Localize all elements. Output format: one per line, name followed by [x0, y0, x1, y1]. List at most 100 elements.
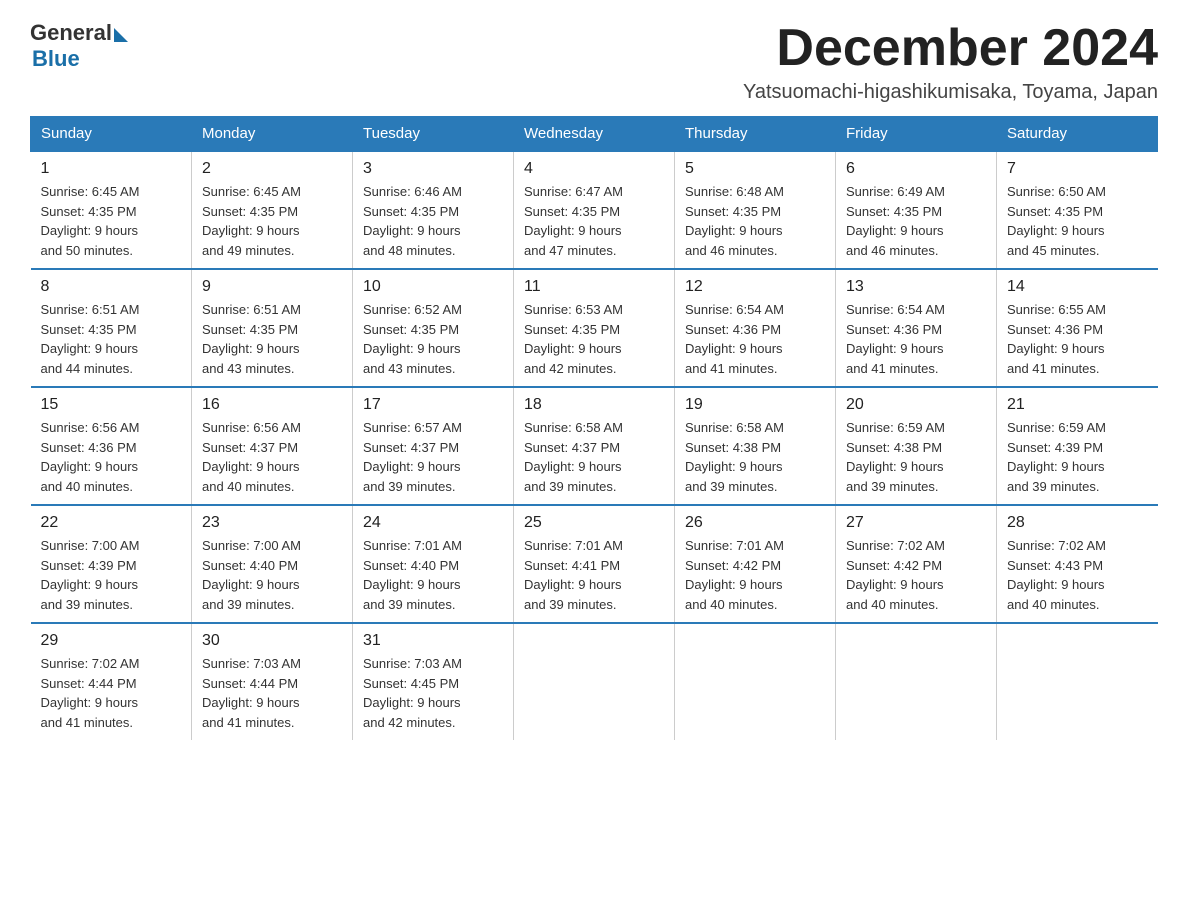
day-info: Sunrise: 6:58 AM Sunset: 4:38 PM Dayligh… [685, 418, 825, 496]
calendar-week-row: 8 Sunrise: 6:51 AM Sunset: 4:35 PM Dayli… [31, 269, 1158, 387]
day-number: 27 [846, 514, 986, 532]
calendar-day-cell: 19 Sunrise: 6:58 AM Sunset: 4:38 PM Dayl… [675, 387, 836, 505]
day-info: Sunrise: 6:51 AM Sunset: 4:35 PM Dayligh… [41, 300, 182, 378]
calendar-empty-cell [514, 623, 675, 740]
day-info: Sunrise: 6:45 AM Sunset: 4:35 PM Dayligh… [41, 182, 182, 260]
day-info: Sunrise: 7:03 AM Sunset: 4:44 PM Dayligh… [202, 654, 342, 732]
day-number: 31 [363, 632, 503, 650]
calendar-title: December 2024 [743, 20, 1158, 77]
calendar-week-row: 29 Sunrise: 7:02 AM Sunset: 4:44 PM Dayl… [31, 623, 1158, 740]
calendar-day-cell: 6 Sunrise: 6:49 AM Sunset: 4:35 PM Dayli… [836, 151, 997, 269]
logo-general: General [30, 20, 112, 46]
weekday-header-thursday: Thursday [675, 117, 836, 152]
day-number: 2 [202, 160, 342, 178]
title-block: December 2024 Yatsuomachi-higashikumisak… [743, 20, 1158, 104]
calendar-day-cell: 13 Sunrise: 6:54 AM Sunset: 4:36 PM Dayl… [836, 269, 997, 387]
weekday-header-sunday: Sunday [31, 117, 192, 152]
calendar-week-row: 22 Sunrise: 7:00 AM Sunset: 4:39 PM Dayl… [31, 505, 1158, 623]
calendar-day-cell: 10 Sunrise: 6:52 AM Sunset: 4:35 PM Dayl… [353, 269, 514, 387]
calendar-day-cell: 8 Sunrise: 6:51 AM Sunset: 4:35 PM Dayli… [31, 269, 192, 387]
day-number: 20 [846, 396, 986, 414]
logo-triangle-icon [114, 28, 128, 42]
day-number: 25 [524, 514, 664, 532]
calendar-day-cell: 7 Sunrise: 6:50 AM Sunset: 4:35 PM Dayli… [997, 151, 1158, 269]
calendar-day-cell: 18 Sunrise: 6:58 AM Sunset: 4:37 PM Dayl… [514, 387, 675, 505]
calendar-day-cell: 12 Sunrise: 6:54 AM Sunset: 4:36 PM Dayl… [675, 269, 836, 387]
day-number: 17 [363, 396, 503, 414]
weekday-header-saturday: Saturday [997, 117, 1158, 152]
calendar-week-row: 15 Sunrise: 6:56 AM Sunset: 4:36 PM Dayl… [31, 387, 1158, 505]
day-info: Sunrise: 6:47 AM Sunset: 4:35 PM Dayligh… [524, 182, 664, 260]
day-info: Sunrise: 7:02 AM Sunset: 4:44 PM Dayligh… [41, 654, 182, 732]
day-number: 22 [41, 514, 182, 532]
calendar-day-cell: 11 Sunrise: 6:53 AM Sunset: 4:35 PM Dayl… [514, 269, 675, 387]
calendar-day-cell: 3 Sunrise: 6:46 AM Sunset: 4:35 PM Dayli… [353, 151, 514, 269]
day-number: 18 [524, 396, 664, 414]
logo-blue: Blue [32, 46, 128, 72]
day-info: Sunrise: 6:58 AM Sunset: 4:37 PM Dayligh… [524, 418, 664, 496]
day-number: 10 [363, 278, 503, 296]
day-number: 6 [846, 160, 986, 178]
day-info: Sunrise: 7:02 AM Sunset: 4:43 PM Dayligh… [1007, 536, 1148, 614]
day-info: Sunrise: 6:50 AM Sunset: 4:35 PM Dayligh… [1007, 182, 1148, 260]
day-info: Sunrise: 6:55 AM Sunset: 4:36 PM Dayligh… [1007, 300, 1148, 378]
day-info: Sunrise: 7:02 AM Sunset: 4:42 PM Dayligh… [846, 536, 986, 614]
weekday-header-row: SundayMondayTuesdayWednesdayThursdayFrid… [31, 117, 1158, 152]
calendar-day-cell: 29 Sunrise: 7:02 AM Sunset: 4:44 PM Dayl… [31, 623, 192, 740]
day-number: 16 [202, 396, 342, 414]
calendar-day-cell: 27 Sunrise: 7:02 AM Sunset: 4:42 PM Dayl… [836, 505, 997, 623]
day-number: 21 [1007, 396, 1148, 414]
day-number: 14 [1007, 278, 1148, 296]
calendar-day-cell: 15 Sunrise: 6:56 AM Sunset: 4:36 PM Dayl… [31, 387, 192, 505]
weekday-header-monday: Monday [192, 117, 353, 152]
day-number: 11 [524, 278, 664, 296]
calendar-day-cell: 16 Sunrise: 6:56 AM Sunset: 4:37 PM Dayl… [192, 387, 353, 505]
day-number: 8 [41, 278, 182, 296]
day-info: Sunrise: 6:53 AM Sunset: 4:35 PM Dayligh… [524, 300, 664, 378]
calendar-day-cell: 28 Sunrise: 7:02 AM Sunset: 4:43 PM Dayl… [997, 505, 1158, 623]
calendar-empty-cell [997, 623, 1158, 740]
calendar-day-cell: 2 Sunrise: 6:45 AM Sunset: 4:35 PM Dayli… [192, 151, 353, 269]
calendar-day-cell: 14 Sunrise: 6:55 AM Sunset: 4:36 PM Dayl… [997, 269, 1158, 387]
calendar-day-cell: 9 Sunrise: 6:51 AM Sunset: 4:35 PM Dayli… [192, 269, 353, 387]
day-info: Sunrise: 6:54 AM Sunset: 4:36 PM Dayligh… [685, 300, 825, 378]
weekday-header-friday: Friday [836, 117, 997, 152]
calendar-day-cell: 5 Sunrise: 6:48 AM Sunset: 4:35 PM Dayli… [675, 151, 836, 269]
day-info: Sunrise: 6:56 AM Sunset: 4:37 PM Dayligh… [202, 418, 342, 496]
calendar-day-cell: 23 Sunrise: 7:00 AM Sunset: 4:40 PM Dayl… [192, 505, 353, 623]
day-info: Sunrise: 6:49 AM Sunset: 4:35 PM Dayligh… [846, 182, 986, 260]
day-number: 24 [363, 514, 503, 532]
day-info: Sunrise: 6:54 AM Sunset: 4:36 PM Dayligh… [846, 300, 986, 378]
calendar-header: SundayMondayTuesdayWednesdayThursdayFrid… [31, 117, 1158, 152]
calendar-week-row: 1 Sunrise: 6:45 AM Sunset: 4:35 PM Dayli… [31, 151, 1158, 269]
calendar-day-cell: 26 Sunrise: 7:01 AM Sunset: 4:42 PM Dayl… [675, 505, 836, 623]
day-info: Sunrise: 6:56 AM Sunset: 4:36 PM Dayligh… [41, 418, 182, 496]
calendar-day-cell: 24 Sunrise: 7:01 AM Sunset: 4:40 PM Dayl… [353, 505, 514, 623]
page-header: General Blue December 2024 Yatsuomachi-h… [30, 20, 1158, 104]
calendar-day-cell: 21 Sunrise: 6:59 AM Sunset: 4:39 PM Dayl… [997, 387, 1158, 505]
calendar-subtitle: Yatsuomachi-higashikumisaka, Toyama, Jap… [743, 81, 1158, 104]
day-number: 5 [685, 160, 825, 178]
day-number: 3 [363, 160, 503, 178]
day-info: Sunrise: 6:46 AM Sunset: 4:35 PM Dayligh… [363, 182, 503, 260]
day-info: Sunrise: 7:01 AM Sunset: 4:40 PM Dayligh… [363, 536, 503, 614]
day-info: Sunrise: 6:45 AM Sunset: 4:35 PM Dayligh… [202, 182, 342, 260]
calendar-empty-cell [836, 623, 997, 740]
calendar-day-cell: 1 Sunrise: 6:45 AM Sunset: 4:35 PM Dayli… [31, 151, 192, 269]
day-number: 23 [202, 514, 342, 532]
calendar-day-cell: 17 Sunrise: 6:57 AM Sunset: 4:37 PM Dayl… [353, 387, 514, 505]
day-number: 26 [685, 514, 825, 532]
calendar-empty-cell [675, 623, 836, 740]
calendar-day-cell: 31 Sunrise: 7:03 AM Sunset: 4:45 PM Dayl… [353, 623, 514, 740]
day-info: Sunrise: 7:03 AM Sunset: 4:45 PM Dayligh… [363, 654, 503, 732]
day-number: 1 [41, 160, 182, 178]
day-info: Sunrise: 6:59 AM Sunset: 4:39 PM Dayligh… [1007, 418, 1148, 496]
day-info: Sunrise: 7:01 AM Sunset: 4:42 PM Dayligh… [685, 536, 825, 614]
day-info: Sunrise: 6:51 AM Sunset: 4:35 PM Dayligh… [202, 300, 342, 378]
calendar-day-cell: 4 Sunrise: 6:47 AM Sunset: 4:35 PM Dayli… [514, 151, 675, 269]
calendar-day-cell: 30 Sunrise: 7:03 AM Sunset: 4:44 PM Dayl… [192, 623, 353, 740]
calendar-day-cell: 25 Sunrise: 7:01 AM Sunset: 4:41 PM Dayl… [514, 505, 675, 623]
day-info: Sunrise: 7:00 AM Sunset: 4:40 PM Dayligh… [202, 536, 342, 614]
day-info: Sunrise: 7:01 AM Sunset: 4:41 PM Dayligh… [524, 536, 664, 614]
weekday-header-wednesday: Wednesday [514, 117, 675, 152]
